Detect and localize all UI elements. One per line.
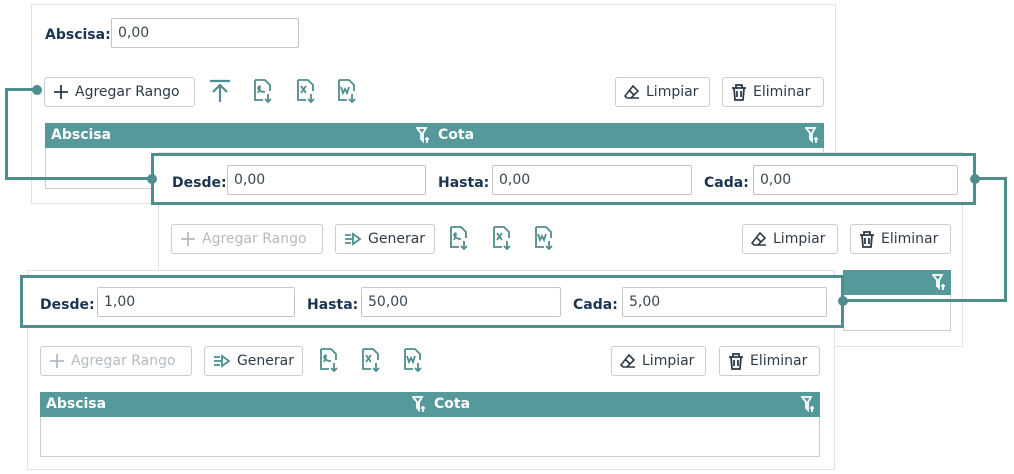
column-header-cota: Cota [434, 396, 471, 412]
export-word-button[interactable] [399, 345, 427, 375]
plus-icon [181, 232, 195, 246]
hasta-label: Hasta: [438, 175, 490, 191]
add-range-button[interactable]: Agregar Rango [40, 346, 192, 376]
trash-icon [860, 230, 874, 248]
export-excel-button[interactable] [357, 345, 385, 375]
connector-line [5, 88, 8, 180]
export-pdf-button[interactable] [315, 345, 343, 375]
plus-icon [50, 354, 64, 368]
export-excel-icon [362, 348, 380, 373]
clear-button[interactable]: Limpiar [742, 224, 838, 254]
export-pdf-button[interactable] [445, 223, 473, 253]
export-excel-icon [297, 79, 315, 104]
connector-dot [970, 174, 980, 184]
eraser-icon [751, 231, 767, 246]
clear-label: Limpiar [773, 231, 826, 247]
delete-label: Eliminar [753, 84, 811, 100]
connector-dot [838, 296, 848, 306]
clear-label: Limpiar [646, 84, 699, 100]
add-range-button[interactable]: Agregar Rango [171, 224, 323, 254]
add-range-label: Agregar Rango [75, 84, 180, 100]
desde-label: Desde: [172, 175, 227, 191]
desde-input[interactable] [97, 287, 295, 317]
table-body [40, 417, 820, 457]
export-word-icon [338, 79, 356, 104]
eraser-icon [624, 84, 640, 99]
eraser-icon [620, 353, 636, 368]
add-range-label: Agregar Rango [202, 231, 307, 247]
column-header-abscisa: Abscisa [46, 396, 107, 412]
connector-line [5, 177, 153, 180]
export-word-button[interactable] [333, 76, 361, 106]
upload-icon [210, 79, 230, 102]
filter-icon[interactable] [805, 127, 819, 143]
export-pdf-icon [254, 79, 272, 104]
generate-button[interactable]: Generar [204, 346, 303, 376]
delete-button[interactable]: Eliminar [722, 77, 824, 107]
generate-label: Generar [236, 353, 294, 369]
delete-button[interactable]: Eliminar [719, 346, 820, 376]
export-excel-button[interactable] [488, 223, 516, 253]
delete-label: Eliminar [750, 353, 808, 369]
abscisa-label: Abscisa: [45, 27, 111, 43]
connector-line [842, 299, 1007, 302]
delete-label: Eliminar [881, 231, 939, 247]
cada-label: Cada: [704, 175, 749, 191]
cada-label: Cada: [573, 297, 618, 313]
desde-input[interactable] [227, 165, 426, 195]
generate-icon [213, 354, 231, 368]
column-header-abscisa: Abscisa [51, 127, 112, 143]
clear-label: Limpiar [642, 353, 695, 369]
delete-button[interactable]: Eliminar [850, 224, 951, 254]
generate-label: Generar [368, 231, 426, 247]
cada-input[interactable] [753, 165, 958, 195]
hasta-label: Hasta: [307, 297, 359, 313]
trash-icon [729, 352, 743, 370]
abscisa-input[interactable] [111, 18, 299, 48]
connector-dot [147, 174, 157, 184]
upload-button[interactable] [206, 76, 234, 106]
column-header-cota: Cota [438, 127, 475, 143]
filter-icon[interactable] [932, 274, 946, 290]
export-pdf-button[interactable] [249, 76, 277, 106]
hasta-input[interactable] [492, 165, 692, 195]
export-pdf-icon [320, 348, 338, 373]
add-range-label: Agregar Rango [71, 353, 176, 369]
hasta-input[interactable] [361, 287, 561, 317]
table-header: Abscisa Cota [45, 123, 824, 148]
trash-icon [732, 83, 746, 101]
export-excel-icon [493, 226, 511, 251]
cada-input[interactable] [622, 287, 827, 317]
export-pdf-icon [450, 226, 468, 251]
table-header: Abscisa Cota [40, 392, 820, 417]
filter-icon[interactable] [416, 127, 430, 143]
export-word-icon [535, 226, 553, 251]
generate-icon [345, 232, 362, 246]
table-header [843, 270, 951, 295]
filter-icon[interactable] [412, 396, 426, 412]
desde-label: Desde: [40, 297, 95, 313]
clear-button[interactable]: Limpiar [615, 77, 710, 107]
connector-dot [32, 85, 42, 95]
generate-button[interactable]: Generar [335, 224, 435, 254]
export-word-icon [404, 348, 422, 373]
filter-icon[interactable] [801, 396, 815, 412]
export-word-button[interactable] [530, 223, 558, 253]
add-range-button[interactable]: Agregar Rango [44, 77, 195, 107]
export-excel-button[interactable] [292, 76, 320, 106]
clear-button[interactable]: Limpiar [611, 346, 706, 376]
plus-icon [54, 85, 68, 99]
connector-line [1004, 177, 1007, 302]
